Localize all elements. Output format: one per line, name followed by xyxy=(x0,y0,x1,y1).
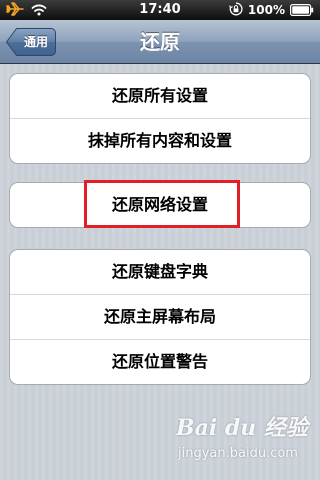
reset-group-3: 还原键盘字典 还原主屏幕布局 还原位置警告 xyxy=(9,249,311,385)
reset-group-2: 还原网络设置 xyxy=(9,182,311,228)
page-title: 还原 xyxy=(140,30,180,54)
reset-keyboard-dictionary-row[interactable]: 还原键盘字典 xyxy=(10,250,310,295)
reset-home-screen-layout-row[interactable]: 还原主屏幕布局 xyxy=(10,295,310,340)
status-right: 100% xyxy=(228,1,314,20)
erase-all-content-row[interactable]: 抹掉所有内容和设置 xyxy=(10,119,310,163)
battery-percentage: 100% xyxy=(247,3,285,17)
back-button-label: 通用 xyxy=(23,35,48,49)
status-bar: 17:40 100% xyxy=(0,0,320,20)
reset-network-settings-row[interactable]: 还原网络设置 xyxy=(10,183,310,227)
watermark: Bai du 经验 jingyan.baidu.com xyxy=(170,402,316,476)
navigation-bar: 通用 还原 xyxy=(0,20,320,64)
reset-group-1: 还原所有设置 抹掉所有内容和设置 xyxy=(9,73,311,164)
watermark-brand: Bai du 经验 xyxy=(176,415,308,441)
reset-location-warnings-row[interactable]: 还原位置警告 xyxy=(10,340,310,384)
back-button[interactable]: 通用 xyxy=(5,27,57,57)
reset-all-settings-row[interactable]: 还原所有设置 xyxy=(10,74,310,119)
battery-icon xyxy=(290,1,314,20)
watermark-site: jingyan.baidu.com xyxy=(178,446,298,461)
screen: 17:40 100% 通用 还原 还原所有设置 抹掉所有内容和设置 还原网络设置… xyxy=(0,0,320,480)
orientation-lock-icon xyxy=(228,1,243,20)
